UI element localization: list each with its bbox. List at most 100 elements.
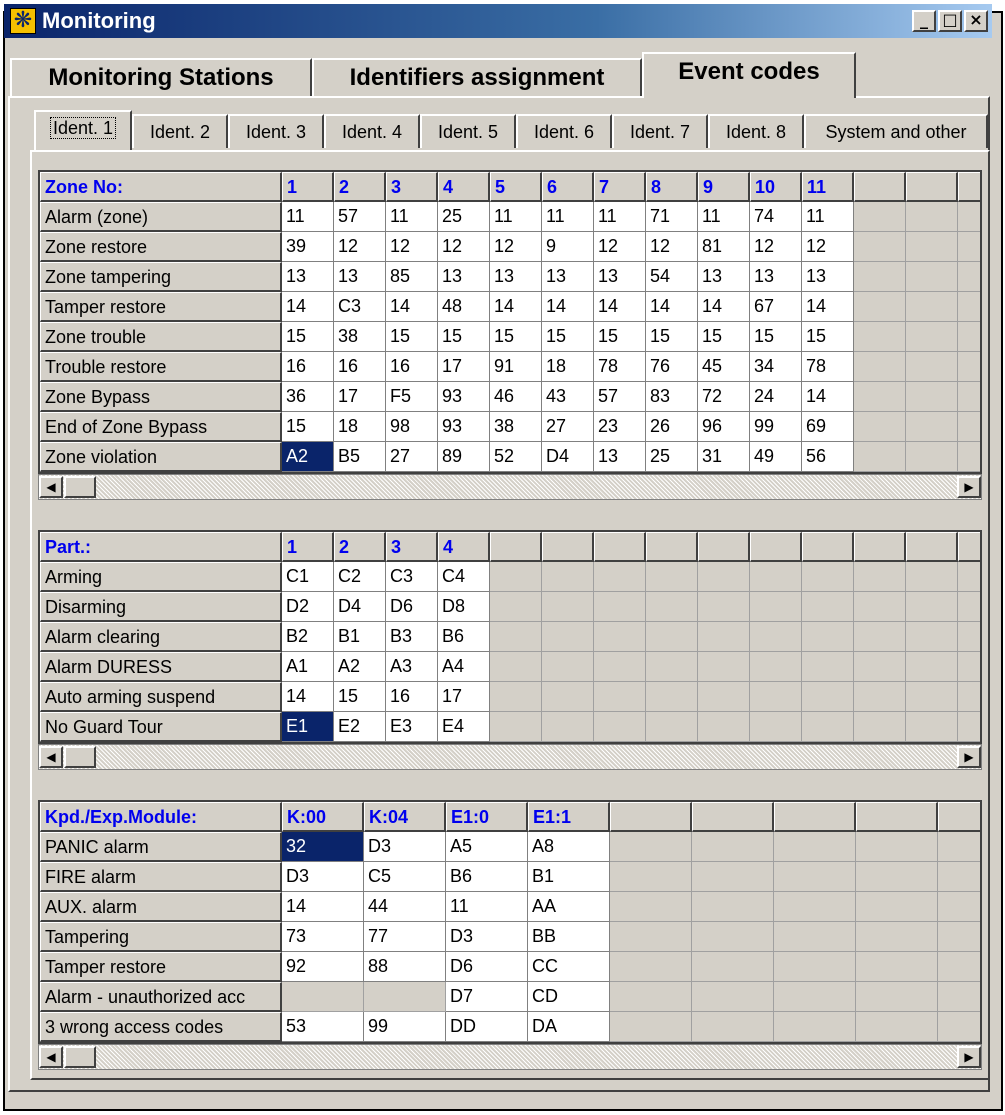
zones-code-cell[interactable]: 12 — [646, 232, 698, 262]
zones-code-cell[interactable]: 11 — [282, 202, 334, 232]
modules-horizontal-scrollbar[interactable]: ◀ ▶ — [38, 1044, 982, 1070]
close-button[interactable]: × — [964, 10, 988, 32]
partitions-code-cell[interactable]: E1 — [282, 712, 334, 742]
zones-code-cell[interactable]: 9 — [542, 232, 594, 262]
zones-code-cell[interactable]: F5 — [386, 382, 438, 412]
zones-code-cell[interactable]: 26 — [646, 412, 698, 442]
scroll-left-icon[interactable]: ◀ — [39, 476, 63, 498]
modules-code-cell[interactable]: CC — [528, 952, 610, 982]
zones-code-cell[interactable]: 27 — [542, 412, 594, 442]
zones-code-cell[interactable]: 78 — [802, 352, 854, 382]
zones-code-cell[interactable]: 14 — [386, 292, 438, 322]
modules-code-cell[interactable]: D3 — [282, 862, 364, 892]
partitions-code-cell[interactable]: 15 — [334, 682, 386, 712]
zones-code-cell[interactable]: 36 — [282, 382, 334, 412]
modules-code-cell[interactable]: 99 — [364, 1012, 446, 1042]
zones-code-cell[interactable]: 11 — [594, 202, 646, 232]
zones-code-cell[interactable]: 13 — [334, 262, 386, 292]
modules-code-cell[interactable]: 11 — [446, 892, 528, 922]
zones-code-cell[interactable]: 93 — [438, 412, 490, 442]
zones-code-cell[interactable]: 69 — [802, 412, 854, 442]
zones-code-cell[interactable]: 14 — [542, 292, 594, 322]
zones-code-cell[interactable]: 12 — [386, 232, 438, 262]
minimize-button[interactable]: _ — [912, 10, 936, 32]
modules-code-cell[interactable]: 77 — [364, 922, 446, 952]
modules-code-cell[interactable]: D7 — [446, 982, 528, 1012]
modules-code-cell[interactable]: A8 — [528, 832, 610, 862]
zones-code-cell[interactable]: 15 — [698, 322, 750, 352]
zones-code-cell[interactable]: 15 — [438, 322, 490, 352]
zones-code-cell[interactable]: 89 — [438, 442, 490, 472]
modules-code-cell[interactable]: 14 — [282, 892, 364, 922]
zones-code-cell[interactable]: 48 — [438, 292, 490, 322]
zones-code-cell[interactable]: 15 — [282, 322, 334, 352]
zones-code-cell[interactable]: 93 — [438, 382, 490, 412]
zones-code-cell[interactable]: 13 — [438, 262, 490, 292]
partitions-code-cell[interactable]: C3 — [386, 562, 438, 592]
zones-code-cell[interactable]: 46 — [490, 382, 542, 412]
zones-code-cell[interactable]: 18 — [334, 412, 386, 442]
zones-code-cell[interactable]: 11 — [490, 202, 542, 232]
zones-code-cell[interactable]: 13 — [490, 262, 542, 292]
scroll-thumb[interactable] — [64, 476, 96, 498]
title-bar[interactable]: ❋ Monitoring _ □ × — [4, 4, 992, 38]
zones-code-cell[interactable]: 11 — [698, 202, 750, 232]
zones-code-cell[interactable]: 14 — [646, 292, 698, 322]
zones-code-cell[interactable]: A2 — [282, 442, 334, 472]
modules-code-cell[interactable]: DA — [528, 1012, 610, 1042]
zones-code-cell[interactable]: 13 — [594, 262, 646, 292]
partitions-code-cell[interactable]: 17 — [438, 682, 490, 712]
zones-code-cell[interactable]: 72 — [698, 382, 750, 412]
zones-code-cell[interactable]: 14 — [594, 292, 646, 322]
scroll-thumb[interactable] — [64, 1046, 96, 1068]
zones-code-cell[interactable]: 23 — [594, 412, 646, 442]
partitions-code-cell[interactable]: A3 — [386, 652, 438, 682]
zones-code-cell[interactable]: 12 — [490, 232, 542, 262]
tab-ident-4[interactable]: Ident. 4 — [324, 114, 420, 148]
zones-code-cell[interactable]: 13 — [282, 262, 334, 292]
partitions-code-cell[interactable]: E2 — [334, 712, 386, 742]
tab-ident-7[interactable]: Ident. 7 — [612, 114, 708, 148]
zones-code-cell[interactable]: 16 — [334, 352, 386, 382]
zones-code-cell[interactable]: 13 — [594, 442, 646, 472]
tab-system-and-other[interactable]: System and other — [804, 114, 988, 148]
zones-code-cell[interactable]: 15 — [386, 322, 438, 352]
tab-ident-2[interactable]: Ident. 2 — [132, 114, 228, 148]
zones-code-cell[interactable]: 56 — [802, 442, 854, 472]
zones-code-cell[interactable]: 25 — [438, 202, 490, 232]
zones-code-cell[interactable]: 18 — [542, 352, 594, 382]
partitions-code-cell[interactable]: D2 — [282, 592, 334, 622]
zones-code-cell[interactable]: 13 — [802, 262, 854, 292]
partitions-code-cell[interactable]: D4 — [334, 592, 386, 622]
tab-monitoring-stations[interactable]: Monitoring Stations — [10, 58, 312, 96]
modules-code-cell[interactable]: AA — [528, 892, 610, 922]
partitions-code-cell[interactable]: D6 — [386, 592, 438, 622]
modules-code-cell[interactable]: D3 — [446, 922, 528, 952]
partitions-code-cell[interactable]: C4 — [438, 562, 490, 592]
zones-code-cell[interactable]: 15 — [282, 412, 334, 442]
partitions-code-cell[interactable]: B1 — [334, 622, 386, 652]
tab-ident-3[interactable]: Ident. 3 — [228, 114, 324, 148]
zones-code-cell[interactable]: 25 — [646, 442, 698, 472]
zones-code-cell[interactable]: 57 — [334, 202, 386, 232]
partitions-code-cell[interactable]: A4 — [438, 652, 490, 682]
partitions-horizontal-scrollbar[interactable]: ◀ ▶ — [38, 744, 982, 770]
zones-code-cell[interactable]: 34 — [750, 352, 802, 382]
zones-code-cell[interactable]: 96 — [698, 412, 750, 442]
scroll-left-icon[interactable]: ◀ — [39, 746, 63, 768]
zones-code-cell[interactable]: 12 — [594, 232, 646, 262]
partitions-code-cell[interactable]: 16 — [386, 682, 438, 712]
zones-code-cell[interactable]: 91 — [490, 352, 542, 382]
modules-code-cell[interactable]: DD — [446, 1012, 528, 1042]
partitions-code-cell[interactable]: E4 — [438, 712, 490, 742]
partitions-code-cell[interactable]: A1 — [282, 652, 334, 682]
scroll-right-icon[interactable]: ▶ — [957, 1046, 981, 1068]
tab-identifiers-assignment[interactable]: Identifiers assignment — [312, 58, 642, 96]
zones-code-cell[interactable]: 31 — [698, 442, 750, 472]
modules-code-cell[interactable]: A5 — [446, 832, 528, 862]
modules-code-cell[interactable]: D3 — [364, 832, 446, 862]
zones-code-cell[interactable]: 14 — [802, 292, 854, 322]
partitions-code-cell[interactable]: C1 — [282, 562, 334, 592]
zones-code-cell[interactable]: 98 — [386, 412, 438, 442]
tab-ident-8[interactable]: Ident. 8 — [708, 114, 804, 148]
